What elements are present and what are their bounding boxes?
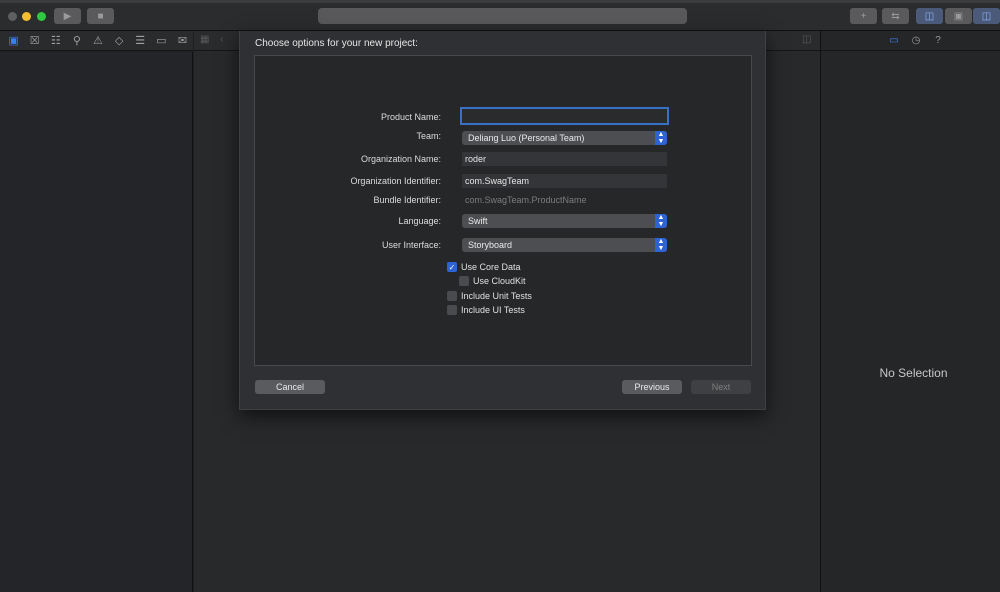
- next-button[interactable]: Next: [691, 380, 751, 394]
- adjust-editor-icon[interactable]: ◫: [802, 34, 811, 45]
- cancel-button[interactable]: Cancel: [255, 380, 325, 394]
- toggle-navigator-button[interactable]: ◫: [916, 8, 943, 24]
- unchecked-box-icon: [447, 305, 457, 315]
- no-selection-text: No Selection: [879, 366, 948, 380]
- team-label: Team:: [416, 131, 441, 141]
- use-cloudkit-checkbox[interactable]: Use CloudKit: [459, 276, 526, 286]
- use-cloudkit-label: Use CloudKit: [473, 276, 526, 286]
- bundle-identifier-value: com.SwagTeam.ProductName: [465, 195, 587, 205]
- activity-viewer: [318, 8, 687, 24]
- stop-button[interactable]: ■: [87, 8, 114, 24]
- product-name-label: Product Name:: [380, 112, 441, 122]
- minimize-window-button[interactable]: [22, 12, 31, 21]
- language-popup[interactable]: Swift ▲ ▼: [462, 214, 667, 228]
- file-inspector-icon[interactable]: ▭: [883, 35, 905, 46]
- zoom-window-button[interactable]: [37, 12, 46, 21]
- folder-icon[interactable]: ▣: [3, 31, 24, 51]
- organization-name-label: Organization Name:: [360, 154, 441, 164]
- user-interface-label: User Interface:: [381, 240, 441, 250]
- left-panel-icon: ◫: [924, 10, 935, 22]
- play-icon: ▶: [63, 10, 72, 22]
- toolbar: ▶ ■ + ⇆ ◫ ▣ ◫: [0, 0, 1000, 31]
- grid-icon[interactable]: ▦: [200, 34, 209, 45]
- library-button[interactable]: +: [850, 8, 877, 24]
- close-window-button[interactable]: [8, 12, 17, 21]
- chevron-up-down-icon: ▲ ▼: [655, 214, 667, 228]
- help-icon[interactable]: ?: [927, 35, 949, 46]
- toggle-debug-area-button[interactable]: ▣: [945, 8, 972, 24]
- options-panel: Product Name: Team: Deliang Luo (Persona…: [254, 55, 752, 366]
- bottom-panel-icon: ▣: [953, 10, 964, 22]
- unchecked-box-icon: [459, 276, 469, 286]
- right-panel-icon: ◫: [981, 10, 992, 22]
- report-icon[interactable]: ✉: [172, 31, 193, 51]
- organization-name-field[interactable]: roder: [462, 152, 667, 166]
- debug-list-icon[interactable]: ☰: [130, 31, 151, 51]
- organization-identifier-label: Organization Identifier:: [350, 176, 441, 186]
- user-interface-popup[interactable]: Storyboard ▲ ▼: [462, 238, 667, 252]
- stop-icon: ■: [97, 10, 104, 22]
- chevron-left-icon[interactable]: ‹: [220, 34, 223, 45]
- organization-identifier-field[interactable]: com.SwagTeam: [462, 174, 667, 188]
- search-icon[interactable]: ⚲: [66, 31, 87, 51]
- toggle-inspector-button[interactable]: ◫: [973, 8, 1000, 24]
- hierarchy-icon[interactable]: ☷: [45, 31, 66, 51]
- include-unit-tests-checkbox[interactable]: Include Unit Tests: [447, 291, 532, 301]
- test-diamond-icon[interactable]: ◇: [109, 31, 130, 51]
- code-review-button[interactable]: ⇆: [882, 8, 909, 24]
- chevron-up-down-icon: ▲ ▼: [655, 238, 667, 252]
- breakpoint-icon[interactable]: ▭: [151, 31, 172, 51]
- checkmark-icon: ✓: [447, 262, 457, 272]
- language-label: Language:: [398, 216, 441, 226]
- team-popup[interactable]: Deliang Luo (Personal Team) ▲ ▼: [462, 131, 667, 145]
- navigator-selector-bar: ▣ ☒ ☷ ⚲ ⚠ ◇ ☰ ▭ ✉: [0, 31, 193, 51]
- user-interface-value: Storyboard: [468, 240, 513, 250]
- swap-arrows-icon: ⇆: [891, 10, 900, 22]
- plus-icon: +: [860, 10, 867, 22]
- include-ui-tests-label: Include UI Tests: [461, 305, 525, 315]
- team-value: Deliang Luo (Personal Team): [468, 133, 585, 143]
- xcode-window: ▶ ■ + ⇆ ◫ ▣ ◫ ▣ ☒ ☷ ⚲ ⚠ ◇ ☰ ▭ ✉ ▦ ‹ ◫ ▭ …: [0, 0, 1000, 592]
- use-core-data-label: Use Core Data: [461, 262, 521, 272]
- history-icon[interactable]: ◷: [905, 35, 927, 46]
- include-ui-tests-checkbox[interactable]: Include UI Tests: [447, 305, 525, 315]
- include-unit-tests-label: Include Unit Tests: [461, 291, 532, 301]
- unchecked-box-icon: [447, 291, 457, 301]
- inspector-pane: ▭ ◷ ? No Selection: [820, 31, 1000, 592]
- new-project-sheet: Choose options for your new project: Pro…: [239, 31, 766, 410]
- language-value: Swift: [468, 216, 488, 226]
- run-button[interactable]: ▶: [54, 8, 81, 24]
- menu-bar-strip: [0, 0, 1000, 3]
- sheet-title: Choose options for your new project:: [255, 38, 418, 49]
- source-control-icon[interactable]: ☒: [24, 31, 45, 51]
- previous-button[interactable]: Previous: [622, 380, 682, 394]
- inspector-selector-bar: ▭ ◷ ?: [821, 31, 1000, 51]
- bundle-identifier-label: Bundle Identifier:: [373, 195, 441, 205]
- chevron-up-down-icon: ▲ ▼: [655, 131, 667, 145]
- navigator-pane: [0, 52, 193, 592]
- warning-icon[interactable]: ⚠: [87, 31, 108, 51]
- use-core-data-checkbox[interactable]: ✓ Use Core Data: [447, 262, 521, 272]
- product-name-field[interactable]: [460, 107, 669, 125]
